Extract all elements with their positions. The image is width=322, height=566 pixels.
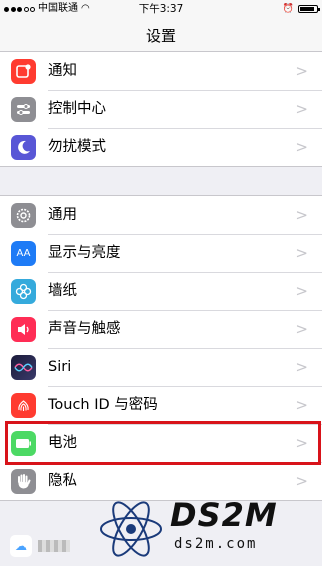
settings-row-touch-id[interactable]: Touch ID 与密码 > — [0, 386, 322, 424]
battery-status-icon — [298, 5, 320, 13]
settings-row-label: 隐私 — [48, 473, 77, 489]
settings-row-sounds[interactable]: 声音与触感 > — [0, 310, 322, 348]
notifications-icon — [11, 59, 36, 84]
watermark-subtitle: ds2m.com — [174, 536, 258, 552]
settings-row-general[interactable]: 通用 > — [0, 196, 322, 234]
chevron-right-icon: > — [295, 282, 308, 300]
settings-row-label: 墙纸 — [48, 283, 77, 299]
settings-group-1: 通知 > 控制中心 > 勿扰模式 > — [0, 51, 322, 167]
settings-row-do-not-disturb[interactable]: 勿扰模式 > — [0, 128, 322, 166]
settings-row-label: Touch ID 与密码 — [48, 397, 158, 413]
display-icon: AA — [11, 241, 36, 266]
settings-row-wallpaper[interactable]: 墙纸 > — [0, 272, 322, 310]
control-center-icon — [11, 97, 36, 122]
clock: 下午3:37 — [138, 3, 184, 15]
watermark-title: DS2M — [170, 496, 278, 534]
chevron-right-icon: > — [295, 100, 308, 118]
chevron-right-icon: > — [295, 138, 308, 156]
settings-row-display-brightness[interactable]: AA 显示与亮度 > — [0, 234, 322, 272]
chevron-right-icon: > — [295, 244, 308, 262]
display-icon-glyph: AA — [16, 248, 31, 259]
settings-row-label: 勿扰模式 — [48, 139, 106, 155]
chevron-right-icon: > — [295, 358, 308, 376]
alarm-icon: ⏰ — [282, 4, 294, 14]
chevron-right-icon: > — [295, 320, 308, 338]
blurred-account-name — [38, 540, 70, 552]
settings-row-control-center[interactable]: 控制中心 > — [0, 90, 322, 128]
status-right: ⏰ — [282, 0, 320, 18]
watermark: DS2M ds2m.com — [90, 492, 322, 566]
chevron-right-icon: > — [295, 62, 308, 80]
moon-icon — [11, 135, 36, 160]
wallpaper-icon — [11, 279, 36, 304]
gear-icon — [11, 203, 36, 228]
page-title: 设置 — [145, 27, 176, 45]
settings-row-label: 显示与亮度 — [48, 245, 121, 261]
icloud-icon: ☁ — [10, 535, 32, 557]
settings-row-label: 通知 — [48, 63, 77, 79]
settings-row-notifications[interactable]: 通知 > — [0, 52, 322, 90]
sound-icon — [11, 317, 36, 342]
settings-row-label: 声音与触感 — [48, 321, 121, 337]
siri-icon — [11, 355, 36, 380]
settings-row-label: 通用 — [48, 207, 77, 223]
chevron-right-icon: > — [295, 206, 308, 224]
privacy-hand-icon — [11, 469, 36, 494]
settings-row-label: 控制中心 — [48, 101, 106, 117]
settings-row-label: Siri — [48, 359, 72, 375]
atom-logo-icon — [100, 501, 162, 557]
status-bar: 中国联通 ◠ 下午3:37 ⏰ — [0, 0, 322, 18]
battery-row-highlight — [5, 421, 321, 465]
nav-bar: 设置 — [0, 18, 322, 54]
chevron-right-icon: > — [295, 396, 308, 414]
fingerprint-icon — [11, 393, 36, 418]
settings-row-siri[interactable]: Siri > — [0, 348, 322, 386]
